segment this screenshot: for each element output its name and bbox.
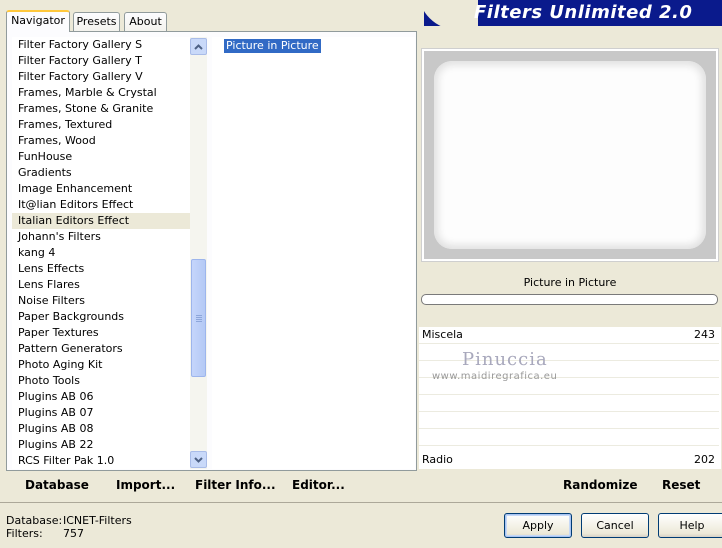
param-row-empty [419,429,719,446]
filter-list[interactable]: Picture in Picture [212,37,415,469]
param-row-miscela[interactable]: Miscela 243 [419,327,719,344]
editor-button[interactable]: Editor... [292,478,345,492]
category-item[interactable]: Filter Factory Gallery S [12,37,190,53]
category-item[interactable]: Plugins AB 06 [12,389,190,405]
category-item[interactable]: Lens Effects [12,261,190,277]
tab-about[interactable]: About [124,12,167,31]
param-value: 243 [694,328,715,341]
chevron-down-icon [194,456,203,463]
chevron-up-icon [194,43,203,50]
help-button[interactable]: Help [658,513,722,538]
scroll-up-button[interactable] [190,38,207,55]
category-list[interactable]: Filter Factory Gallery S Filter Factory G… [12,37,190,469]
filter-item-selected[interactable]: Picture in Picture [224,39,321,53]
watermark-name: Pinuccia [462,349,548,370]
category-item[interactable]: FunHouse [12,149,190,165]
watermark-url: www.maidiregrafica.eu [432,371,558,382]
cancel-button[interactable]: Cancel [581,513,649,538]
footer-divider [0,502,722,503]
database-value: ICNET-Filters [63,514,132,527]
reset-button[interactable]: Reset [662,478,700,492]
app-title: Filters Unlimited 2.0 [474,2,693,23]
database-button[interactable]: Database [25,478,89,492]
category-item[interactable]: Gradients [12,165,190,181]
category-item[interactable]: Paper Textures [12,325,190,341]
category-scrollbar[interactable] [190,37,207,469]
category-item[interactable]: Filter Factory Gallery V [12,69,190,85]
scroll-thumb[interactable] [191,259,206,377]
filters-label: Filters: [6,527,43,540]
filter-info-button[interactable]: Filter Info... [195,478,276,492]
category-item[interactable]: Photo Aging Kit [12,357,190,373]
param-row-empty [419,395,719,412]
progress-bar [421,294,718,305]
param-row-empty [419,412,719,429]
category-item[interactable]: Image Enhancement [12,181,190,197]
param-label: Radio [422,453,453,466]
preview-filter-name: Picture in Picture [523,276,617,289]
category-item[interactable]: Plugins AB 22 [12,437,190,453]
category-item[interactable]: Frames, Textured [12,117,190,133]
category-item[interactable]: Paper Backgrounds [12,309,190,325]
category-item[interactable]: Frames, Wood [12,133,190,149]
tab-presets[interactable]: Presets [73,12,120,31]
category-item[interactable]: Lens Flares [12,277,190,293]
category-item[interactable]: Pattern Generators [12,341,190,357]
apply-button[interactable]: Apply [504,513,572,538]
category-item[interactable]: Photo Tools [12,373,190,389]
category-item[interactable]: Frames, Marble & Crystal [12,85,190,101]
import-button[interactable]: Import... [116,478,175,492]
param-label: Miscela [422,328,463,341]
category-item[interactable]: RCS Filter Pak 1.0 [12,453,190,469]
scroll-down-button[interactable] [190,451,207,468]
category-item[interactable]: Plugins AB 07 [12,405,190,421]
category-item[interactable]: Johann's Filters [12,229,190,245]
thumb-grip-line [196,317,202,318]
slider-pointer-icon [646,459,662,469]
category-item[interactable]: Filter Factory Gallery T [12,53,190,69]
thumb-grip-line [196,321,202,322]
category-item[interactable]: It@lian Editors Effect [12,197,190,213]
randomize-button[interactable]: Randomize [563,478,637,492]
preview-image [434,61,706,249]
category-item[interactable]: Noise Filters [12,293,190,309]
database-label: Database: [6,514,63,527]
category-item[interactable]: kang 4 [12,245,190,261]
category-item[interactable]: Plugins AB 08 [12,421,190,437]
param-value: 202 [694,453,715,466]
thumb-grip-line [196,315,202,316]
category-item[interactable]: Italian Editors Effect [12,213,190,229]
param-row-radio[interactable]: Radio 202 [419,452,719,468]
category-item[interactable]: Frames, Stone & Granite [12,101,190,117]
thumb-grip-line [196,319,202,320]
tab-navigator[interactable]: Navigator [6,10,70,32]
filters-count: 757 [63,527,84,540]
